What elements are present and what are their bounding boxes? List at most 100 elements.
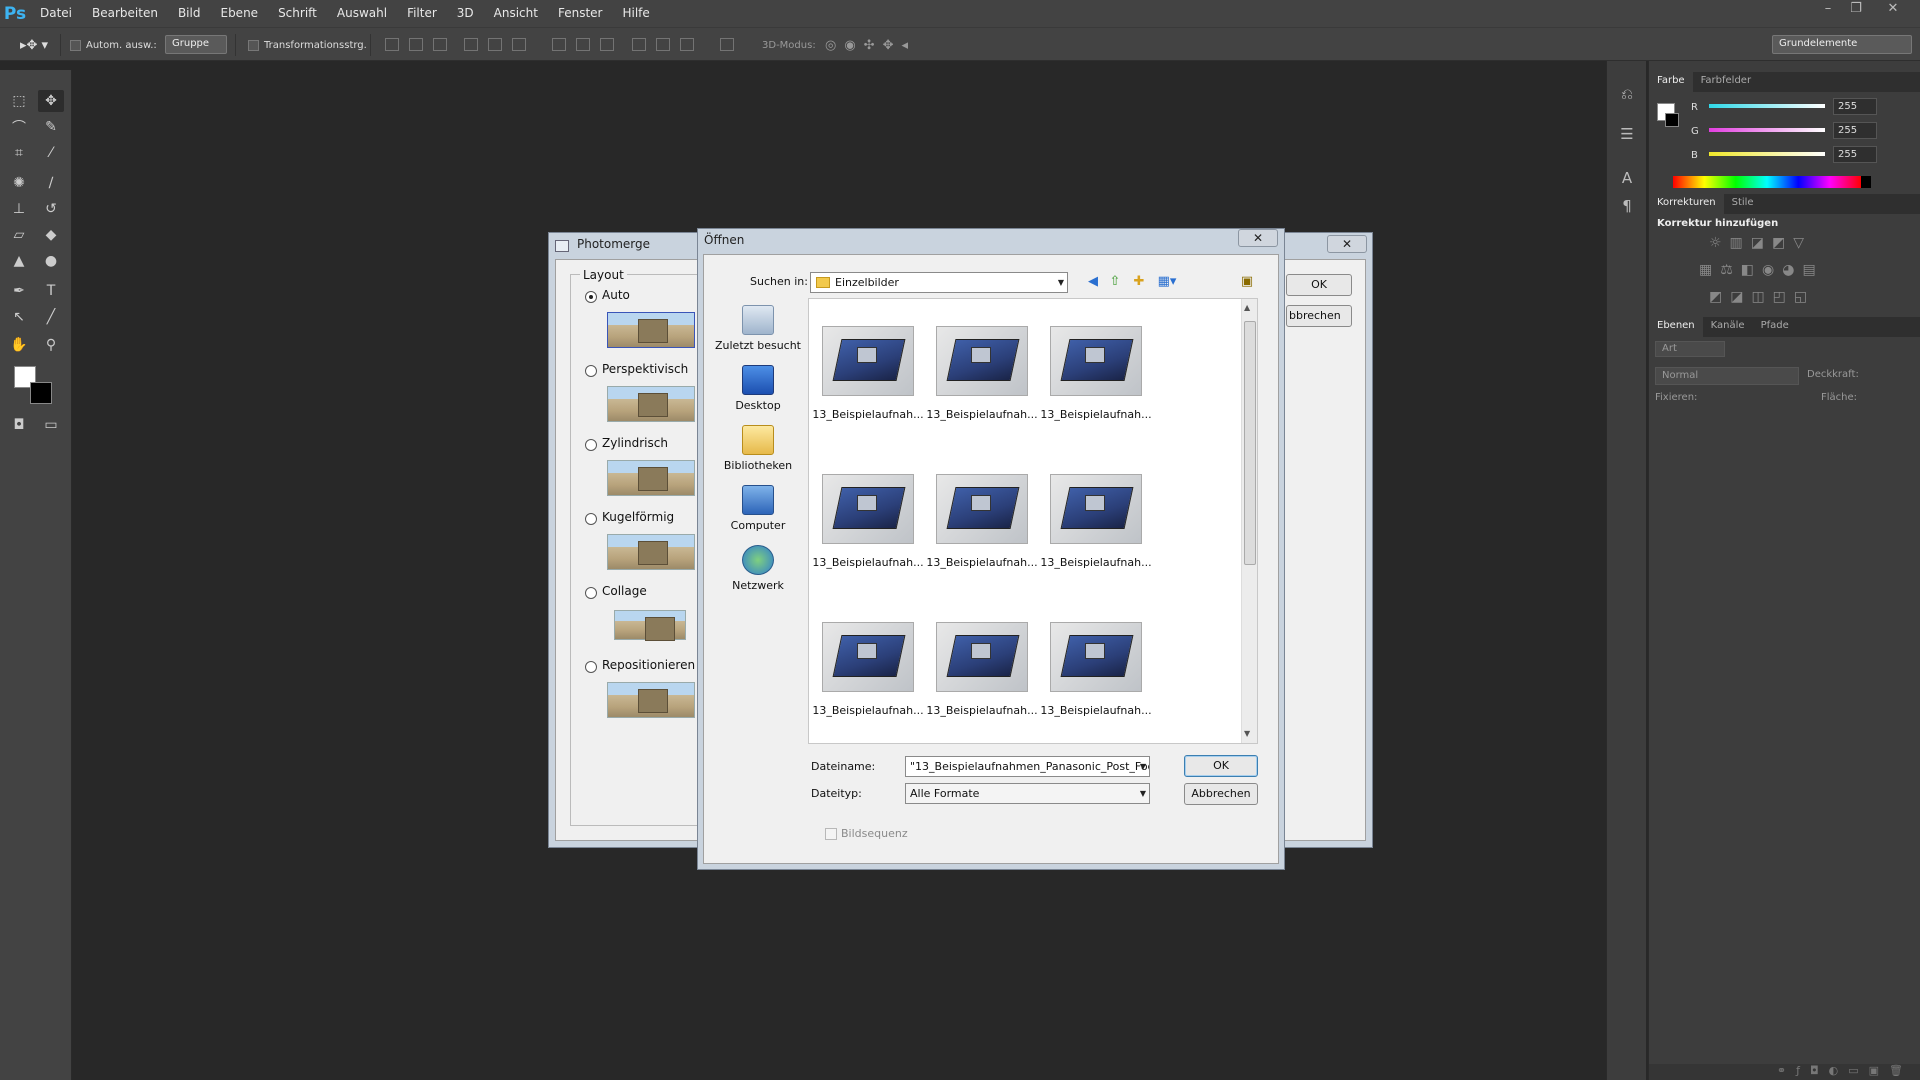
scrollbar-thumb[interactable] <box>1244 321 1256 565</box>
tab-ebenen[interactable]: Ebenen <box>1649 317 1703 337</box>
transform-checkbox[interactable] <box>248 39 259 51</box>
background-color-swatch[interactable] <box>30 382 52 404</box>
menu-bild[interactable]: Bild <box>168 0 211 27</box>
restore-button[interactable]: ❐ <box>1843 0 1869 20</box>
auto-select-checkbox[interactable] <box>70 39 81 51</box>
character-panel-icon[interactable]: A <box>1615 169 1639 191</box>
channel-b-slider[interactable] <box>1709 152 1825 156</box>
scroll-up-icon[interactable]: ▲ <box>1244 303 1250 312</box>
quick-select-tool-icon[interactable]: ✎ <box>38 116 64 138</box>
new-folder-icon[interactable]: ✚ <box>1130 274 1148 290</box>
distribute-vcenter-icon[interactable] <box>576 38 590 51</box>
file-item[interactable]: 13_Beispielaufnah... <box>812 474 924 569</box>
view-menu-icon[interactable]: ▦▾ <box>1154 274 1180 290</box>
brush-tool-icon[interactable]: ∕ <box>38 172 64 194</box>
align-right-icon[interactable] <box>512 38 526 51</box>
menu-3d[interactable]: 3D <box>447 0 484 27</box>
adjust-icons-row3[interactable]: ◩◪◫◰◱ <box>1709 289 1815 305</box>
3d-mode-icons[interactable]: ◎◉✣✥◂ <box>825 36 916 54</box>
distribute-bottom-icon[interactable] <box>600 38 614 51</box>
marquee-tool-icon[interactable]: ⬚ <box>6 90 32 112</box>
tab-korrekturen[interactable]: Korrekturen <box>1649 194 1724 214</box>
move-tool-icon[interactable]: ▸✥ ▾ <box>20 36 48 54</box>
look-in-dropdown[interactable]: Einzelbilder ▼ <box>810 272 1068 293</box>
paragraph-panel-icon[interactable]: ¶ <box>1615 197 1639 219</box>
tab-farbe[interactable]: Farbe <box>1649 72 1693 92</box>
align-vcenter-icon[interactable] <box>409 38 423 51</box>
transform-controls-option[interactable]: Transformationsstrg. <box>248 36 367 54</box>
auto-align-icon[interactable] <box>720 38 734 51</box>
file-item[interactable]: 13_Beispielaufnah... <box>1040 326 1152 421</box>
auto-select-dropdown[interactable]: Gruppe <box>165 35 227 54</box>
tab-stile[interactable]: Stile <box>1724 194 1762 214</box>
place-network[interactable]: Netzwerk <box>706 545 810 592</box>
move-tool-icon[interactable]: ✥ <box>38 90 64 112</box>
align-hcenter-icon[interactable] <box>488 38 502 51</box>
file-item[interactable]: 13_Beispielaufnah... <box>812 622 924 717</box>
hand-tool-icon[interactable]: ✋ <box>6 334 32 356</box>
channel-r-value[interactable]: 255 <box>1833 98 1877 115</box>
menu-auswahl[interactable]: Auswahl <box>327 0 397 27</box>
file-item[interactable]: 13_Beispielaufnah... <box>812 326 924 421</box>
distribute-hcenter-icon[interactable] <box>656 38 670 51</box>
menu-hilfe[interactable]: Hilfe <box>612 0 659 27</box>
photomerge-ok-button[interactable]: OK <box>1286 274 1352 296</box>
label-kugelfoermig[interactable]: Kugelförmig <box>602 510 674 524</box>
eyedropper-tool-icon[interactable]: ⁄ <box>38 142 64 164</box>
channel-g-value[interactable]: 255 <box>1833 122 1877 139</box>
layers-footer-icons[interactable]: ⚭ƒ◘◐▭▣🗑 <box>1649 1064 1920 1080</box>
healing-tool-icon[interactable]: ✺ <box>6 172 32 194</box>
path-select-tool-icon[interactable]: ↖ <box>6 306 32 328</box>
screen-mode-icon[interactable]: ▭ <box>38 414 64 436</box>
align-top-icon[interactable] <box>385 38 399 51</box>
close-app-button[interactable]: ✕ <box>1880 0 1906 20</box>
back-icon[interactable]: ◀ <box>1084 274 1102 290</box>
place-recent[interactable]: Zuletzt besucht <box>706 305 810 352</box>
file-item[interactable]: 13_Beispielaufnah... <box>926 326 1038 421</box>
tab-kanaele[interactable]: Kanäle <box>1703 317 1753 337</box>
place-computer[interactable]: Computer <box>706 485 810 532</box>
label-auto[interactable]: Auto <box>602 288 630 302</box>
blend-mode-dropdown[interactable]: Normal <box>1655 367 1799 385</box>
tab-farbfelder[interactable]: Farbfelder <box>1693 72 1759 92</box>
open-ok-button[interactable]: OK <box>1184 755 1258 777</box>
distribute-top-icon[interactable] <box>552 38 566 51</box>
eraser-tool-icon[interactable]: ▱ <box>6 224 32 246</box>
scroll-down-icon[interactable]: ▼ <box>1244 729 1250 738</box>
pen-tool-icon[interactable]: ✒ <box>6 280 32 302</box>
place-libraries[interactable]: Bibliotheken <box>706 425 810 472</box>
file-item[interactable]: 13_Beispielaufnah... <box>1040 474 1152 569</box>
channel-g-slider[interactable] <box>1709 128 1825 132</box>
image-sequence-checkbox[interactable] <box>825 828 837 840</box>
minimize-button[interactable]: – <box>1815 0 1841 20</box>
properties-panel-icon[interactable]: ☰ <box>1615 125 1639 147</box>
file-list-scrollbar[interactable]: ▲ ▼ <box>1241 299 1257 743</box>
label-collage[interactable]: Collage <box>602 584 647 598</box>
stamp-tool-icon[interactable]: ⊥ <box>6 198 32 220</box>
radio-collage[interactable] <box>585 587 597 599</box>
photomerge-cancel-button[interactable]: bbrechen <box>1286 305 1352 327</box>
quick-mask-icon[interactable]: ◘ <box>6 414 32 436</box>
open-cancel-button[interactable]: Abbrechen <box>1184 783 1258 805</box>
auto-select-option[interactable]: Autom. ausw.: <box>70 36 157 54</box>
label-zylindrisch[interactable]: Zylindrisch <box>602 436 668 450</box>
menu-fenster[interactable]: Fenster <box>548 0 613 27</box>
radio-kugelfoermig[interactable] <box>585 513 597 525</box>
align-bottom-icon[interactable] <box>433 38 447 51</box>
blur-tool-icon[interactable]: ▲ <box>6 250 32 272</box>
filetype-dropdown[interactable]: Alle Formate ▼ <box>905 783 1150 804</box>
filename-input[interactable]: "13_Beispielaufnahmen_Panasonic_Post_Foc… <box>905 756 1150 777</box>
layer-filter-dropdown[interactable]: Art <box>1655 341 1725 357</box>
zoom-tool-icon[interactable]: ⚲ <box>38 334 64 356</box>
line-tool-icon[interactable]: ╱ <box>38 306 64 328</box>
dodge-tool-icon[interactable]: ● <box>38 250 64 272</box>
camera-folder-icon[interactable]: ▣ <box>1238 274 1256 290</box>
bg-color-chip[interactable] <box>1665 113 1679 127</box>
label-perspektivisch[interactable]: Perspektivisch <box>602 362 688 376</box>
menu-schrift[interactable]: Schrift <box>268 0 327 27</box>
bucket-tool-icon[interactable]: ◆ <box>38 224 64 246</box>
type-tool-icon[interactable]: T <box>38 280 64 302</box>
tab-pfade[interactable]: Pfade <box>1753 317 1797 337</box>
menu-ansicht[interactable]: Ansicht <box>484 0 548 27</box>
history-brush-tool-icon[interactable]: ↺ <box>38 198 64 220</box>
